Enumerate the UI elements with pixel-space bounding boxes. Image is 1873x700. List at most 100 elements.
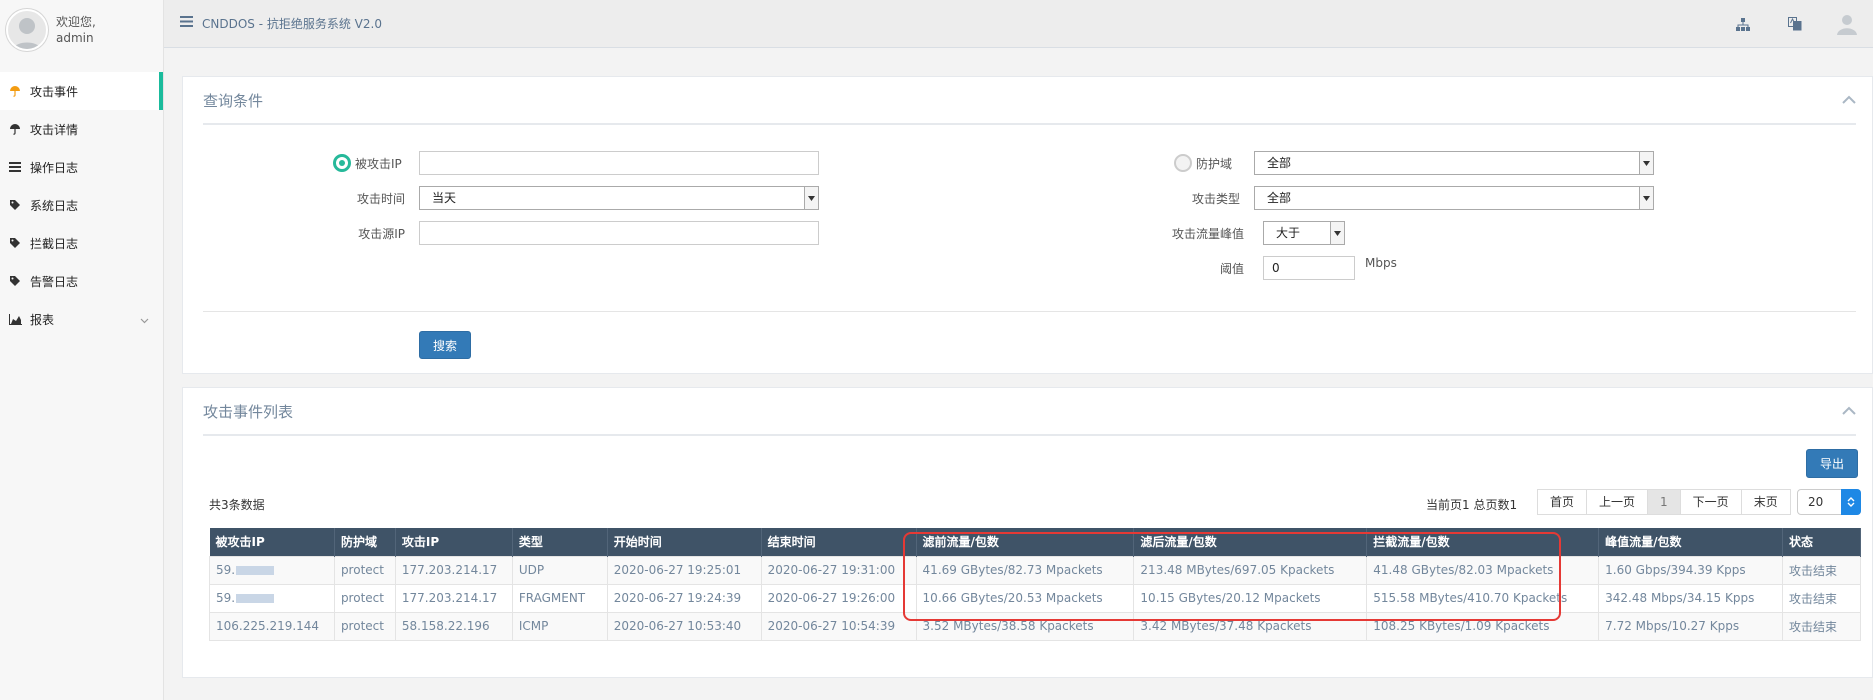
- peak-select[interactable]: 大于: [1263, 221, 1345, 245]
- table-cell: 59.: [209, 555, 335, 585]
- threshold-input[interactable]: 0: [1263, 256, 1355, 280]
- column-header[interactable]: 防护域: [334, 528, 396, 556]
- tag-icon: [8, 236, 22, 250]
- sidebar-item-label: 系统日志: [30, 198, 79, 213]
- table-cell: 58.158.22.196: [394, 611, 513, 641]
- attack-events-table: 被攻击IP 防护域 攻击IP 类型 开始时间 结束时间 滤前流量/包数 滤后流量…: [209, 528, 1861, 641]
- query-panel-title: 查询条件: [203, 91, 264, 110]
- column-header[interactable]: 状态: [1782, 528, 1861, 556]
- sitemap-icon[interactable]: [1717, 17, 1769, 31]
- table-cell: 59.: [209, 583, 335, 613]
- table-cell: FRAGMENT: [511, 583, 608, 613]
- table-cell: 2020-06-27 19:25:01: [606, 555, 762, 585]
- collapse-icon[interactable]: [1842, 404, 1856, 419]
- menu-toggle-icon[interactable]: [180, 16, 194, 31]
- table-cell: 攻击结束: [1782, 611, 1861, 641]
- table-cell: 2020-06-27 10:54:39: [760, 611, 917, 641]
- table-cell: 1.60 Gbps/394.39 Kpps: [1598, 555, 1784, 585]
- source-ip-label: 攻击源IP: [358, 226, 405, 241]
- pagination: 首页 上一页 1 下一页 末页: [1537, 489, 1791, 515]
- table-cell: 攻击结束: [1782, 555, 1861, 585]
- domain-select[interactable]: 全部: [1254, 151, 1654, 175]
- source-ip-input[interactable]: [419, 221, 819, 245]
- table-cell: 41.48 GBytes/82.03 Mpackets: [1366, 555, 1600, 585]
- spinner-icon: [1841, 489, 1861, 515]
- avatar[interactable]: [6, 9, 48, 51]
- last-page-button[interactable]: 末页: [1740, 489, 1791, 515]
- table-cell: 177.203.214.17: [394, 583, 513, 613]
- domain-value: 全部: [1267, 156, 1292, 170]
- target-ip-radio[interactable]: [333, 154, 351, 172]
- column-header[interactable]: 拦截流量/包数: [1366, 528, 1600, 556]
- table-cell: 106.225.219.144: [209, 611, 335, 641]
- table-header-row: 被攻击IP 防护域 攻击IP 类型 开始时间 结束时间 滤前流量/包数 滤后流量…: [209, 528, 1861, 556]
- domain-radio[interactable]: [1174, 154, 1192, 172]
- domain-label: 防护域: [1196, 156, 1233, 171]
- column-header[interactable]: 开始时间: [607, 528, 762, 556]
- sidebar-item-reports[interactable]: 报表: [0, 300, 163, 338]
- table-cell: ICMP: [511, 611, 608, 641]
- table-cell: 攻击结束: [1782, 583, 1861, 613]
- language-icon[interactable]: [1769, 17, 1821, 31]
- target-ip-cell: 59.: [216, 591, 236, 605]
- next-page-button[interactable]: 下一页: [1679, 489, 1742, 515]
- table-cell: 3.42 MBytes/37.48 Kpackets: [1133, 611, 1368, 641]
- query-panel: 查询条件 被攻击IP 攻击时间 当天 攻击源IP 防护域 全部 攻击类型 全部: [182, 76, 1873, 374]
- umbrella-icon: [8, 84, 22, 98]
- table-cell: 3.52 MBytes/38.58 Kpackets: [915, 611, 1135, 641]
- sidebar-nav: 攻击事件 攻击详情 操作日志 系统日志 拦截日志 告警日志 报表: [0, 72, 163, 338]
- attack-type-value: 全部: [1267, 191, 1292, 205]
- column-header[interactable]: 被攻击IP: [209, 528, 335, 556]
- sidebar-item-system-log[interactable]: 系统日志: [0, 186, 163, 224]
- column-header[interactable]: 峰值流量/包数: [1598, 528, 1784, 556]
- peak-label: 攻击流量峰值: [1171, 226, 1244, 241]
- list-icon: [8, 160, 22, 174]
- column-header[interactable]: 类型: [512, 528, 608, 556]
- username: admin: [56, 31, 94, 45]
- first-page-button[interactable]: 首页: [1537, 489, 1588, 515]
- search-button[interactable]: 搜索: [419, 331, 471, 359]
- target-ip-label: 被攻击IP: [355, 156, 402, 171]
- table-cell: 2020-06-27 19:24:39: [606, 583, 762, 613]
- user-icon[interactable]: [1821, 13, 1873, 35]
- collapse-icon[interactable]: [1842, 93, 1856, 108]
- threshold-unit: Mbps: [1365, 256, 1397, 270]
- table-cell: 2020-06-27 19:26:00: [760, 583, 917, 613]
- table-cell: 515.58 MBytes/410.70 Kpackets: [1366, 583, 1600, 613]
- table-row[interactable]: 106.225.219.144 protect 58.158.22.196 IC…: [209, 611, 1861, 641]
- target-ip-cell: 59.: [216, 563, 236, 577]
- sidebar-item-attack-events[interactable]: 攻击事件: [0, 72, 163, 110]
- column-header[interactable]: 滤前流量/包数: [916, 528, 1135, 556]
- table-cell: 213.48 MBytes/697.05 Kpackets: [1133, 555, 1368, 585]
- table-cell: 2020-06-27 10:53:40: [606, 611, 762, 641]
- table-cell: 41.69 GBytes/82.73 Mpackets: [915, 555, 1135, 585]
- threshold-label: 阈值: [1219, 261, 1244, 276]
- table-cell: 2020-06-27 19:31:00: [760, 555, 917, 585]
- event-list-panel: 攻击事件列表 导出 共3条数据 当前页1 总页数1 首页 上一页 1 下一页 末…: [182, 387, 1873, 678]
- attack-type-select[interactable]: 全部: [1254, 186, 1654, 210]
- chevron-down-icon: [1639, 187, 1653, 209]
- welcome-text: 欢迎您,: [56, 15, 96, 29]
- current-page[interactable]: 1: [1647, 489, 1681, 515]
- sidebar-item-label: 攻击事件: [30, 84, 79, 99]
- sidebar-item-operation-log[interactable]: 操作日志: [0, 148, 163, 186]
- area-chart-icon: [8, 312, 22, 326]
- target-ip-input[interactable]: [419, 151, 819, 175]
- column-header[interactable]: 攻击IP: [395, 528, 513, 556]
- export-button[interactable]: 导出: [1806, 449, 1858, 478]
- record-count: 共3条数据: [209, 498, 265, 512]
- table-row[interactable]: 59. protect 177.203.214.17 FRAGMENT 2020…: [209, 583, 1861, 613]
- column-header[interactable]: 滤后流量/包数: [1133, 528, 1368, 556]
- sidebar-item-intercept-log[interactable]: 拦截日志: [0, 224, 163, 262]
- prev-page-button[interactable]: 上一页: [1586, 489, 1649, 515]
- user-profile: 欢迎您, admin: [0, 0, 163, 60]
- column-header[interactable]: 结束时间: [761, 528, 917, 556]
- attack-time-select[interactable]: 当天: [419, 186, 819, 210]
- sidebar: 欢迎您, admin 攻击事件 攻击详情 操作日志 系统日志 拦截日志 告警日志: [0, 0, 164, 700]
- page-size-select[interactable]: 20: [1797, 489, 1861, 515]
- sidebar-item-attack-details[interactable]: 攻击详情: [0, 110, 163, 148]
- divider: [203, 311, 1856, 312]
- table-row[interactable]: 59. protect 177.203.214.17 UDP 2020-06-2…: [209, 555, 1861, 585]
- sidebar-item-alert-log[interactable]: 告警日志: [0, 262, 163, 300]
- redaction-mask: [236, 566, 275, 575]
